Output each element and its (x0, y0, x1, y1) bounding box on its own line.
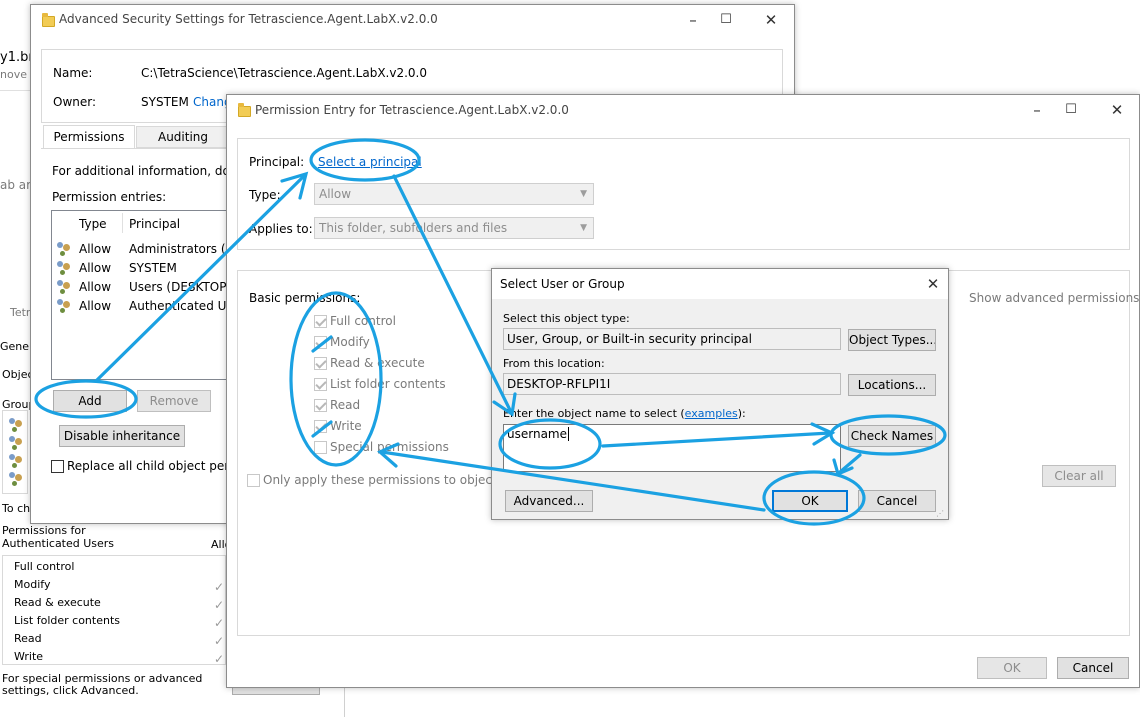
annotation-check-modify (311, 335, 333, 353)
annotation-strokes (34, 138, 947, 526)
annotation-arrow-add-to-principal (94, 174, 306, 383)
annotation-overlay (34, 138, 947, 526)
annotation-arrow-principal-to-name (392, 174, 512, 412)
annotation-arrow-ok-to-perms (380, 450, 766, 512)
annotation-circle-check-names (829, 414, 947, 456)
annotation-arrow-name-to-check (601, 431, 832, 448)
annotation-circle-name (498, 418, 602, 470)
annotation-check-write (311, 420, 333, 438)
annotation-circle-principal (309, 138, 421, 182)
annotation-circle-perms (289, 291, 383, 467)
annotation-circle-ok (762, 470, 866, 526)
annotation-circle-add (34, 379, 138, 419)
